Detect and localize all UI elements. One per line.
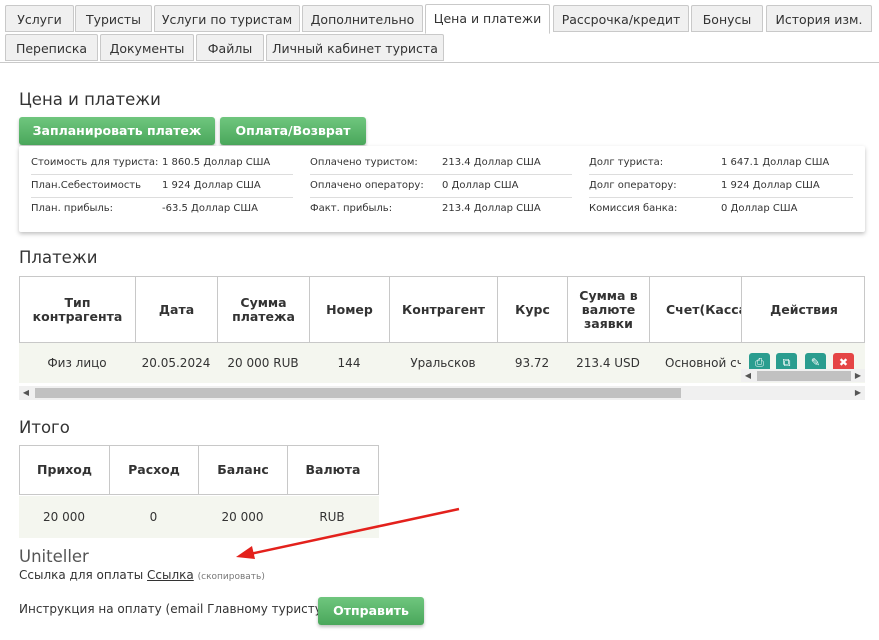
annotation-arrow [236, 507, 460, 559]
